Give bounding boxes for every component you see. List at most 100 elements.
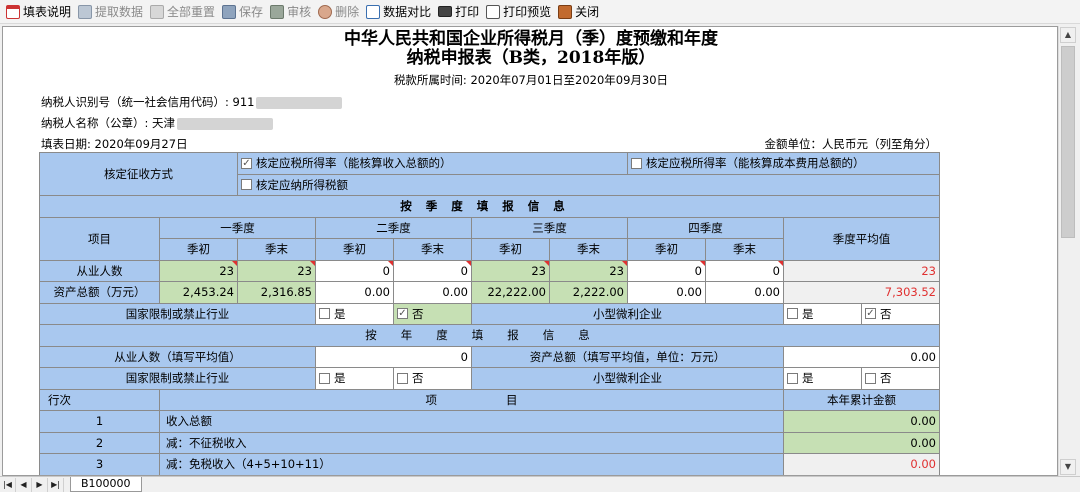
line-item: 减：不征税收入: [159, 431, 784, 454]
employees-q3-start[interactable]: 23: [471, 259, 550, 282]
q4-header: 四季度: [627, 216, 784, 239]
q2-header: 二季度: [315, 216, 472, 239]
restricted-no[interactable]: ✓ 否: [397, 306, 468, 322]
line-item: 减：免税收入（4+5+10+11）: [159, 453, 784, 475]
scroll-down-arrow-icon[interactable]: ▼: [1060, 459, 1076, 475]
scroll-up-arrow-icon[interactable]: ▲: [1060, 27, 1076, 43]
assets-q1-start[interactable]: 2,453.24: [159, 281, 238, 304]
close-icon: [558, 4, 573, 19]
checkbox-icon[interactable]: [397, 372, 408, 384]
taxpayer-name: 纳税人名称（公章）: 天津: [41, 116, 176, 130]
employees-q1-end[interactable]: 23: [237, 259, 316, 282]
checkbox-icon[interactable]: [865, 372, 876, 384]
amount-unit: 金额单位：人民币元（列至角分）: [764, 137, 938, 151]
assets-q1-end[interactable]: 2,316.85: [237, 281, 316, 304]
annual-assets-label: 资产总额（填写平均值，单位：万元）: [471, 345, 784, 368]
checkbox-icon[interactable]: [319, 372, 330, 384]
delete-icon: [318, 4, 333, 19]
redaction: [256, 96, 343, 109]
checkbox-icon[interactable]: [787, 372, 798, 384]
restricted-industry-label: 国家限制或禁止行业: [39, 302, 316, 325]
restricted-no-cell: ✓ 否: [393, 302, 472, 325]
next-sheet-icon[interactable]: ▶: [32, 477, 48, 492]
assets-average: 7,303.52: [783, 281, 940, 304]
last-sheet-icon[interactable]: ▶|: [48, 477, 64, 492]
calendar-icon: [6, 4, 20, 19]
employees-q2-start[interactable]: 0: [315, 259, 394, 282]
annual-small-no[interactable]: 否: [865, 370, 936, 386]
print-preview-button[interactable]: 打印预览: [486, 2, 551, 22]
reset-all-button[interactable]: 全部重置: [150, 2, 215, 22]
assets-q4-end[interactable]: 0.00: [705, 281, 784, 304]
collection-option3[interactable]: 核定应纳所得税额: [241, 177, 936, 193]
assets-q3-end[interactable]: 2,222.00: [549, 281, 628, 304]
annual-restricted-yes[interactable]: 是: [319, 370, 390, 386]
annual-section-title: 按年度填报信息: [39, 324, 940, 347]
annual-employees-label: 从业人数（填写平均值）: [39, 345, 316, 368]
redaction: [177, 117, 274, 130]
collection-option2-cell: 核定应税所得率（能核算成本费用总额的）: [627, 152, 940, 175]
employees-q4-start[interactable]: 0: [627, 259, 706, 282]
collection-option3-cell: 核定应纳所得税额: [237, 173, 940, 196]
assets-label: 资产总额（万元）: [39, 281, 160, 304]
item-header: 项目: [39, 216, 160, 261]
quarterly-section-title: 按季度填报信息: [39, 195, 940, 218]
vertical-scrollbar[interactable]: ▲ ▼: [1058, 26, 1076, 476]
small-no[interactable]: ✓ 否: [865, 306, 936, 322]
employees-q1-start[interactable]: 23: [159, 259, 238, 282]
employees-q4-end[interactable]: 0: [705, 259, 784, 282]
fill-help-button[interactable]: 填表说明: [6, 2, 71, 22]
line-number: 3: [39, 453, 160, 475]
print-button[interactable]: 打印: [438, 2, 479, 22]
item-column-header: 项 目: [159, 388, 784, 411]
assets-q2-end[interactable]: 0.00: [393, 281, 472, 304]
employees-label: 从业人数: [39, 259, 160, 282]
checkbox-checked-icon[interactable]: ✓: [241, 157, 252, 169]
small-yes[interactable]: 是: [787, 306, 858, 322]
collection-option1-cell: ✓ 核定应税所得率（能核算收入总额的）: [237, 152, 628, 175]
assets-q2-start[interactable]: 0.00: [315, 281, 394, 304]
collection-option2[interactable]: 核定应税所得率（能核算成本费用总额的）: [631, 155, 936, 171]
collection-option1[interactable]: ✓ 核定应税所得率（能核算收入总额的）: [241, 155, 624, 171]
first-sheet-icon[interactable]: |◀: [0, 477, 16, 492]
annual-assets-value[interactable]: 0.00: [783, 345, 940, 368]
annual-employees-value[interactable]: 0: [315, 345, 472, 368]
checkbox-icon[interactable]: [241, 179, 252, 191]
start-header: 季初: [315, 238, 394, 261]
checkbox-checked-icon[interactable]: ✓: [397, 308, 408, 320]
previous-sheet-icon[interactable]: ◀: [16, 477, 32, 492]
collection-method-label: 核定征收方式: [39, 152, 238, 196]
save-button[interactable]: 保存: [222, 2, 263, 22]
checkbox-checked-icon[interactable]: ✓: [865, 308, 876, 320]
checkbox-icon[interactable]: [319, 308, 330, 320]
end-header: 季末: [705, 238, 784, 261]
employees-q3-end[interactable]: 23: [549, 259, 628, 282]
annual-restricted-no-cell: 否: [393, 367, 472, 390]
q1-header: 一季度: [159, 216, 316, 239]
employees-q2-end[interactable]: 0: [393, 259, 472, 282]
audit-button[interactable]: 审核: [270, 2, 311, 22]
document-icon: [486, 4, 501, 19]
line-amount[interactable]: 0.00: [783, 431, 940, 454]
tax-form-table: 核定征收方式 ✓ 核定应税所得率（能核算收入总额的） 核定应税所得率（能核算成本费…: [39, 152, 940, 475]
start-header: 季初: [471, 238, 550, 261]
annual-restricted-no[interactable]: 否: [397, 370, 468, 386]
assets-q4-start[interactable]: 0.00: [627, 281, 706, 304]
fetch-data-button[interactable]: 提取数据: [78, 2, 143, 22]
annual-restricted-label: 国家限制或禁止行业: [39, 367, 316, 390]
checkbox-icon[interactable]: [631, 157, 642, 169]
delete-button[interactable]: 删除: [318, 2, 359, 22]
scrollbar-thumb[interactable]: [1061, 46, 1075, 238]
data-compare-button[interactable]: 数据对比: [366, 2, 431, 22]
checkbox-icon[interactable]: [787, 308, 798, 320]
assets-q3-start[interactable]: 22,222.00: [471, 281, 550, 304]
annual-small-no-cell: 否: [861, 367, 940, 390]
close-button[interactable]: 关闭: [558, 2, 599, 22]
sheet-tab-b100000[interactable]: B100000: [70, 477, 142, 492]
sheet-navigation-bar: |◀ ◀ ▶ ▶| B100000: [0, 476, 1080, 492]
line-item: 收入总额: [159, 410, 784, 433]
employees-average: 23: [783, 259, 940, 282]
annual-small-yes[interactable]: 是: [787, 370, 858, 386]
line-amount[interactable]: 0.00: [783, 410, 940, 433]
restricted-yes[interactable]: 是: [319, 306, 390, 322]
